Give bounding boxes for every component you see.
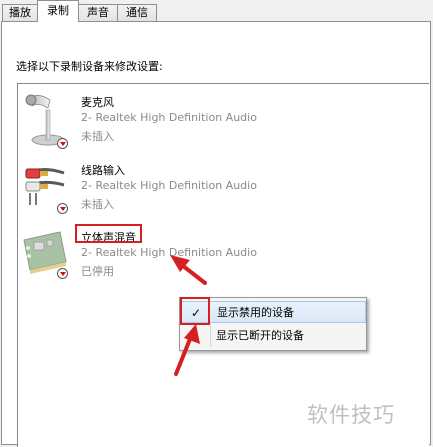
watermark-text: 软件技巧 bbox=[307, 403, 395, 427]
annotation-arrow-icon bbox=[170, 255, 207, 285]
annotation-arrow-icon bbox=[174, 324, 200, 376]
annotation-arrows bbox=[170, 255, 207, 376]
tab-recording[interactable]: 录制 bbox=[37, 0, 79, 22]
